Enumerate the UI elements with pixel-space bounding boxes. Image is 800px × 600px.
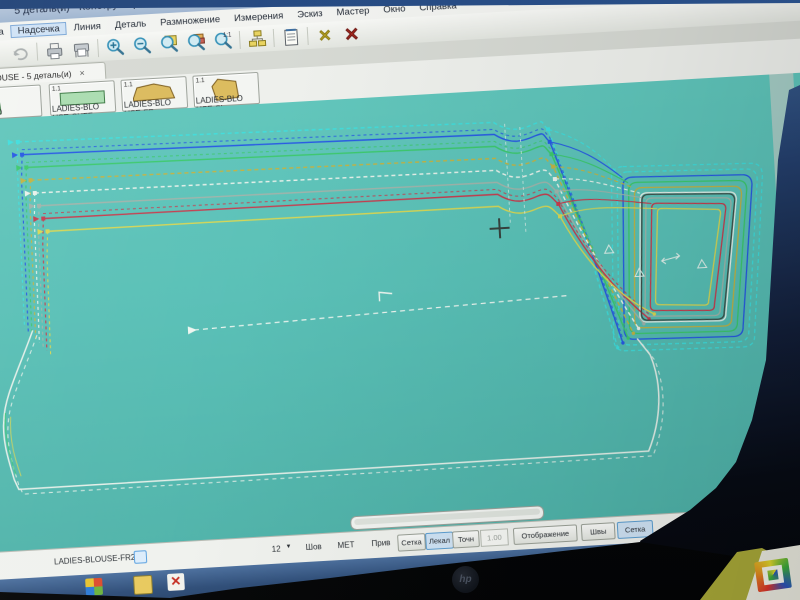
toolbar-separator <box>238 30 241 49</box>
paper-rainbow-logo <box>754 557 792 593</box>
menu-item-2[interactable]: Линия <box>66 19 108 34</box>
menu-item-0[interactable]: а <box>0 25 11 39</box>
tab-close-icon[interactable]: × <box>79 67 85 77</box>
undo-icon[interactable] <box>6 41 34 65</box>
hp-logo: hp <box>452 566 479 593</box>
status-mode-мет[interactable]: МЕТ <box>337 540 354 550</box>
menu-item-6[interactable]: Эскиз <box>290 6 330 21</box>
zoom-pieces-icon[interactable] <box>182 31 210 55</box>
application-window: 5 деталь(и) - Конструктор а Надсечка Линия… <box>0 0 800 600</box>
menu-item-4[interactable]: Размножение <box>153 12 228 29</box>
active-piece-name: LADIES-BLOUSE-FR2 <box>53 552 136 567</box>
zoom-out-icon[interactable] <box>128 34 156 58</box>
pieces-scheme-icon[interactable] <box>243 27 271 51</box>
menu-item-1[interactable]: Надсечка <box>10 21 68 38</box>
button-отображение[interactable]: Отображение <box>512 524 578 546</box>
app-folder-icon[interactable] <box>133 574 154 595</box>
size-dropdown-icon[interactable]: ▼ <box>285 544 291 550</box>
zoom-actual-size-icon[interactable]: 1:1 <box>209 29 237 53</box>
plotter-icon[interactable] <box>67 37 95 61</box>
size-value: 12 <box>271 544 281 554</box>
precision-value: 1.00 <box>479 528 509 547</box>
delete-notch-yellow-icon[interactable]: ✕ <box>311 23 339 47</box>
toolbar-separator <box>36 42 39 61</box>
status-mode-шов[interactable]: Шов <box>305 542 322 552</box>
toolbar-separator <box>97 39 100 58</box>
hp-logo-text: hp <box>459 574 472 585</box>
toolbar-separator <box>272 28 275 47</box>
print-icon[interactable] <box>40 39 68 63</box>
toggle-сетка[interactable]: Сетка <box>397 533 427 552</box>
toolbar-separator <box>306 27 309 46</box>
menu-item-5[interactable]: Измерения <box>227 9 291 26</box>
svg-text:✕: ✕ <box>343 24 359 44</box>
status-mode-прив[interactable]: Прив <box>371 538 390 548</box>
svg-text:✕: ✕ <box>317 28 331 46</box>
menu-item-3[interactable]: Деталь <box>107 16 153 32</box>
delete-red-icon[interactable]: ✕ <box>338 22 366 46</box>
app-delete-icon[interactable]: ✕ <box>166 573 185 591</box>
windows-start-icon[interactable] <box>85 577 104 596</box>
piece-checkbox[interactable] <box>133 550 148 564</box>
worksheet-icon[interactable] <box>277 25 305 49</box>
toggle-лекал[interactable]: Лекал <box>425 531 454 551</box>
svg-text:1:1: 1:1 <box>222 32 231 39</box>
pattern-drawing <box>2 121 764 495</box>
monitor-photo: 5 деталь(и) - Конструктор а Надсечка Линия… <box>0 0 800 600</box>
button-швы[interactable]: Швы <box>580 522 616 542</box>
zoom-window-icon[interactable] <box>155 32 183 56</box>
toggle-точн[interactable]: Точн <box>451 529 480 549</box>
zoom-in-icon[interactable] <box>101 35 129 59</box>
